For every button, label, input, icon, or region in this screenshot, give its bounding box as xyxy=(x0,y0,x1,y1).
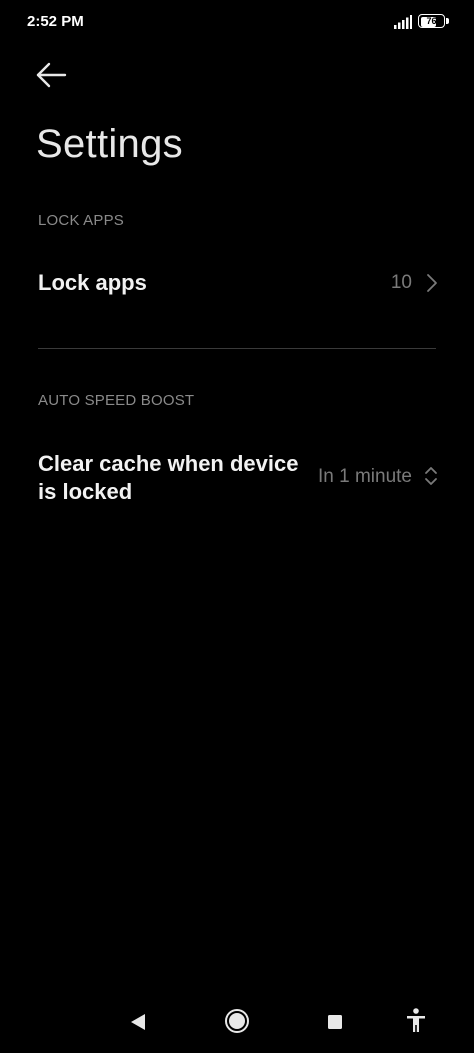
section-header-auto-speed-boost: AUTO SPEED BOOST xyxy=(38,392,195,409)
nav-recents-button[interactable] xyxy=(321,1008,349,1036)
page-title: Settings xyxy=(36,122,183,166)
clear-cache-title: Clear cache when device is locked xyxy=(38,451,299,504)
recents-square-icon xyxy=(328,1015,342,1029)
chevron-right-icon xyxy=(427,274,437,292)
arrow-left-icon xyxy=(36,62,67,88)
home-circle-icon xyxy=(225,1009,249,1033)
section-divider xyxy=(38,348,436,349)
nav-back-button[interactable] xyxy=(124,1008,152,1036)
back-button[interactable] xyxy=(30,56,74,96)
status-time: 2:52 PM xyxy=(27,13,84,30)
navigation-bar xyxy=(0,990,474,1053)
section-header-lock-apps: LOCK APPS xyxy=(38,212,125,229)
nav-home-button[interactable] xyxy=(223,1007,251,1035)
status-bar: 2:52 PM 76 xyxy=(0,0,474,44)
battery-percent: 76 xyxy=(426,16,437,26)
chevron-up-down-icon xyxy=(425,467,437,485)
accessibility-icon xyxy=(407,1008,425,1032)
back-triangle-icon xyxy=(131,1014,145,1030)
lock-apps-title: Lock apps xyxy=(38,270,147,295)
nav-accessibility-button[interactable] xyxy=(402,1006,430,1036)
lock-apps-count: 10 xyxy=(390,272,412,293)
lock-apps-row[interactable]: Lock apps 10 xyxy=(0,250,474,316)
clear-cache-row[interactable]: Clear cache when device is locked In 1 m… xyxy=(0,440,474,514)
battery-icon: 76 xyxy=(418,14,452,30)
battery-cap xyxy=(446,18,449,24)
clear-cache-value: In 1 minute xyxy=(318,466,412,487)
signal-icon xyxy=(394,15,412,29)
